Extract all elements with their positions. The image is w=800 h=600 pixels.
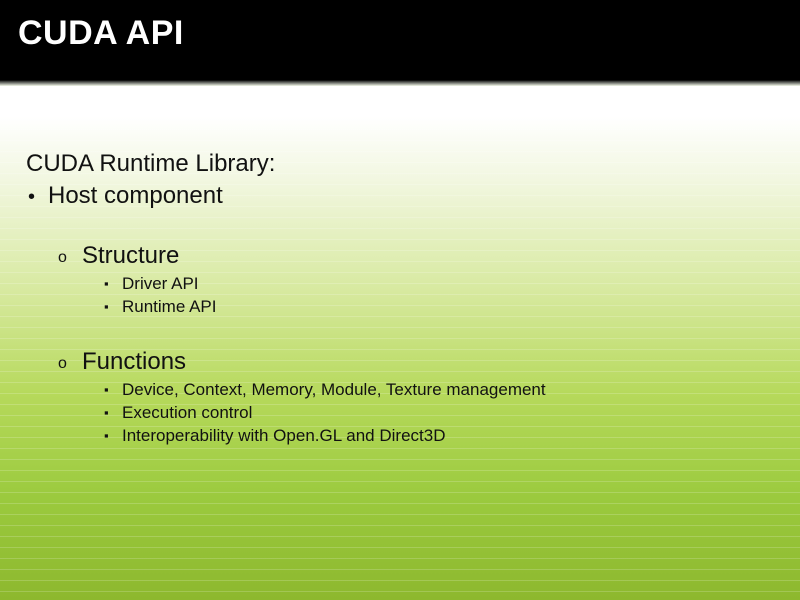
section: oFunctions Device, Context, Memory, Modu…: [26, 349, 774, 448]
circle-bullet-icon: o: [58, 355, 82, 373]
section-title: oFunctions: [82, 349, 774, 375]
list-item: Execution control: [122, 402, 774, 425]
body-heading-bullet: Host component: [26, 180, 774, 212]
list-item: Interoperability with Open.GL and Direct…: [122, 425, 774, 448]
section: oStructure Driver API Runtime API: [26, 243, 774, 319]
content-area: CUDA Runtime Library: Host component oSt…: [0, 86, 800, 600]
section-title-text: Structure: [82, 242, 179, 269]
circle-bullet-icon: o: [58, 249, 82, 267]
slide: CUDA API CUDA Runtime Library: Host comp…: [0, 0, 800, 600]
section-items: Device, Context, Memory, Module, Texture…: [82, 379, 774, 448]
section-items: Driver API Runtime API: [82, 273, 774, 319]
section-title-text: Functions: [82, 348, 186, 375]
title-bar: CUDA API: [0, 0, 800, 80]
body-heading: CUDA Runtime Library:: [26, 148, 774, 180]
list-item: Device, Context, Memory, Module, Texture…: [122, 379, 774, 402]
slide-title: CUDA API: [18, 14, 782, 53]
list-item: Driver API: [122, 273, 774, 296]
section-title: oStructure: [82, 243, 774, 269]
list-item: Runtime API: [122, 296, 774, 319]
